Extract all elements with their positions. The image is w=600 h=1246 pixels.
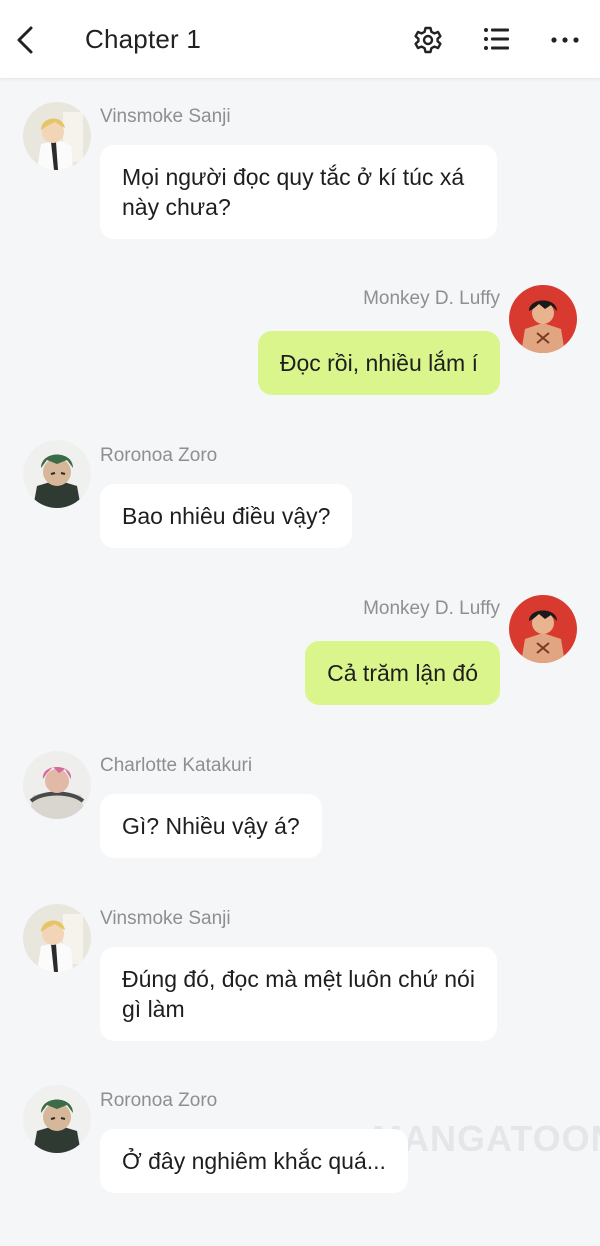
luffy-avatar-image xyxy=(509,285,577,353)
chevron-left-icon xyxy=(17,26,33,54)
chapter-list-button[interactable] xyxy=(481,22,513,58)
more-horizontal-icon xyxy=(551,37,579,43)
message-sender: Vinsmoke Sanji xyxy=(100,908,231,929)
zoro-avatar-image xyxy=(23,1085,91,1153)
list-icon xyxy=(484,28,509,50)
top-bar: Chapter 1 xyxy=(0,0,600,78)
message-bubble[interactable]: Ở đây nghiêm khắc quá... xyxy=(100,1129,408,1193)
gear-icon xyxy=(414,26,442,54)
more-button[interactable] xyxy=(549,22,581,58)
avatar-zoro[interactable] xyxy=(23,1085,91,1153)
avatar-sanji[interactable] xyxy=(23,102,91,170)
message-bubble[interactable]: Mọi người đọc quy tắc ở kí túc xá này ch… xyxy=(100,145,497,239)
message-bubble[interactable]: Đọc rồi, nhiều lắm í xyxy=(257,331,500,395)
avatar-katakuri[interactable] xyxy=(23,751,91,819)
message-sender: Charlotte Katakuri xyxy=(100,755,253,776)
avatar-zoro[interactable] xyxy=(23,440,91,508)
message-sender: Monkey D. Luffy xyxy=(363,288,500,309)
avatar-luffy[interactable] xyxy=(509,595,577,663)
message-bubble[interactable]: Đúng đó, đọc mà mệt luôn chứ nói gì làm xyxy=(100,947,497,1041)
message-bubble[interactable]: Bao nhiêu điều vậy? xyxy=(100,484,353,548)
message-sender: Vinsmoke Sanji xyxy=(100,106,231,127)
avatar-sanji[interactable] xyxy=(23,904,91,972)
message-sender: Roronoa Zoro xyxy=(100,1090,218,1111)
sanji-avatar-image xyxy=(23,904,91,972)
sanji-avatar-image xyxy=(23,102,91,170)
page-title: Chapter 1 xyxy=(85,24,201,54)
avatar-luffy[interactable] xyxy=(509,285,577,353)
message-bubble[interactable]: Gì? Nhiều vậy á? xyxy=(100,794,322,858)
message-sender: Monkey D. Luffy xyxy=(363,598,500,619)
katakuri-avatar-image xyxy=(23,751,91,819)
message-sender: Roronoa Zoro xyxy=(100,445,218,466)
luffy-avatar-image xyxy=(509,595,577,663)
zoro-avatar-image xyxy=(23,440,91,508)
back-button[interactable] xyxy=(10,22,42,58)
settings-button[interactable] xyxy=(412,22,444,58)
message-bubble[interactable]: Cả trăm lận đó xyxy=(305,641,500,705)
